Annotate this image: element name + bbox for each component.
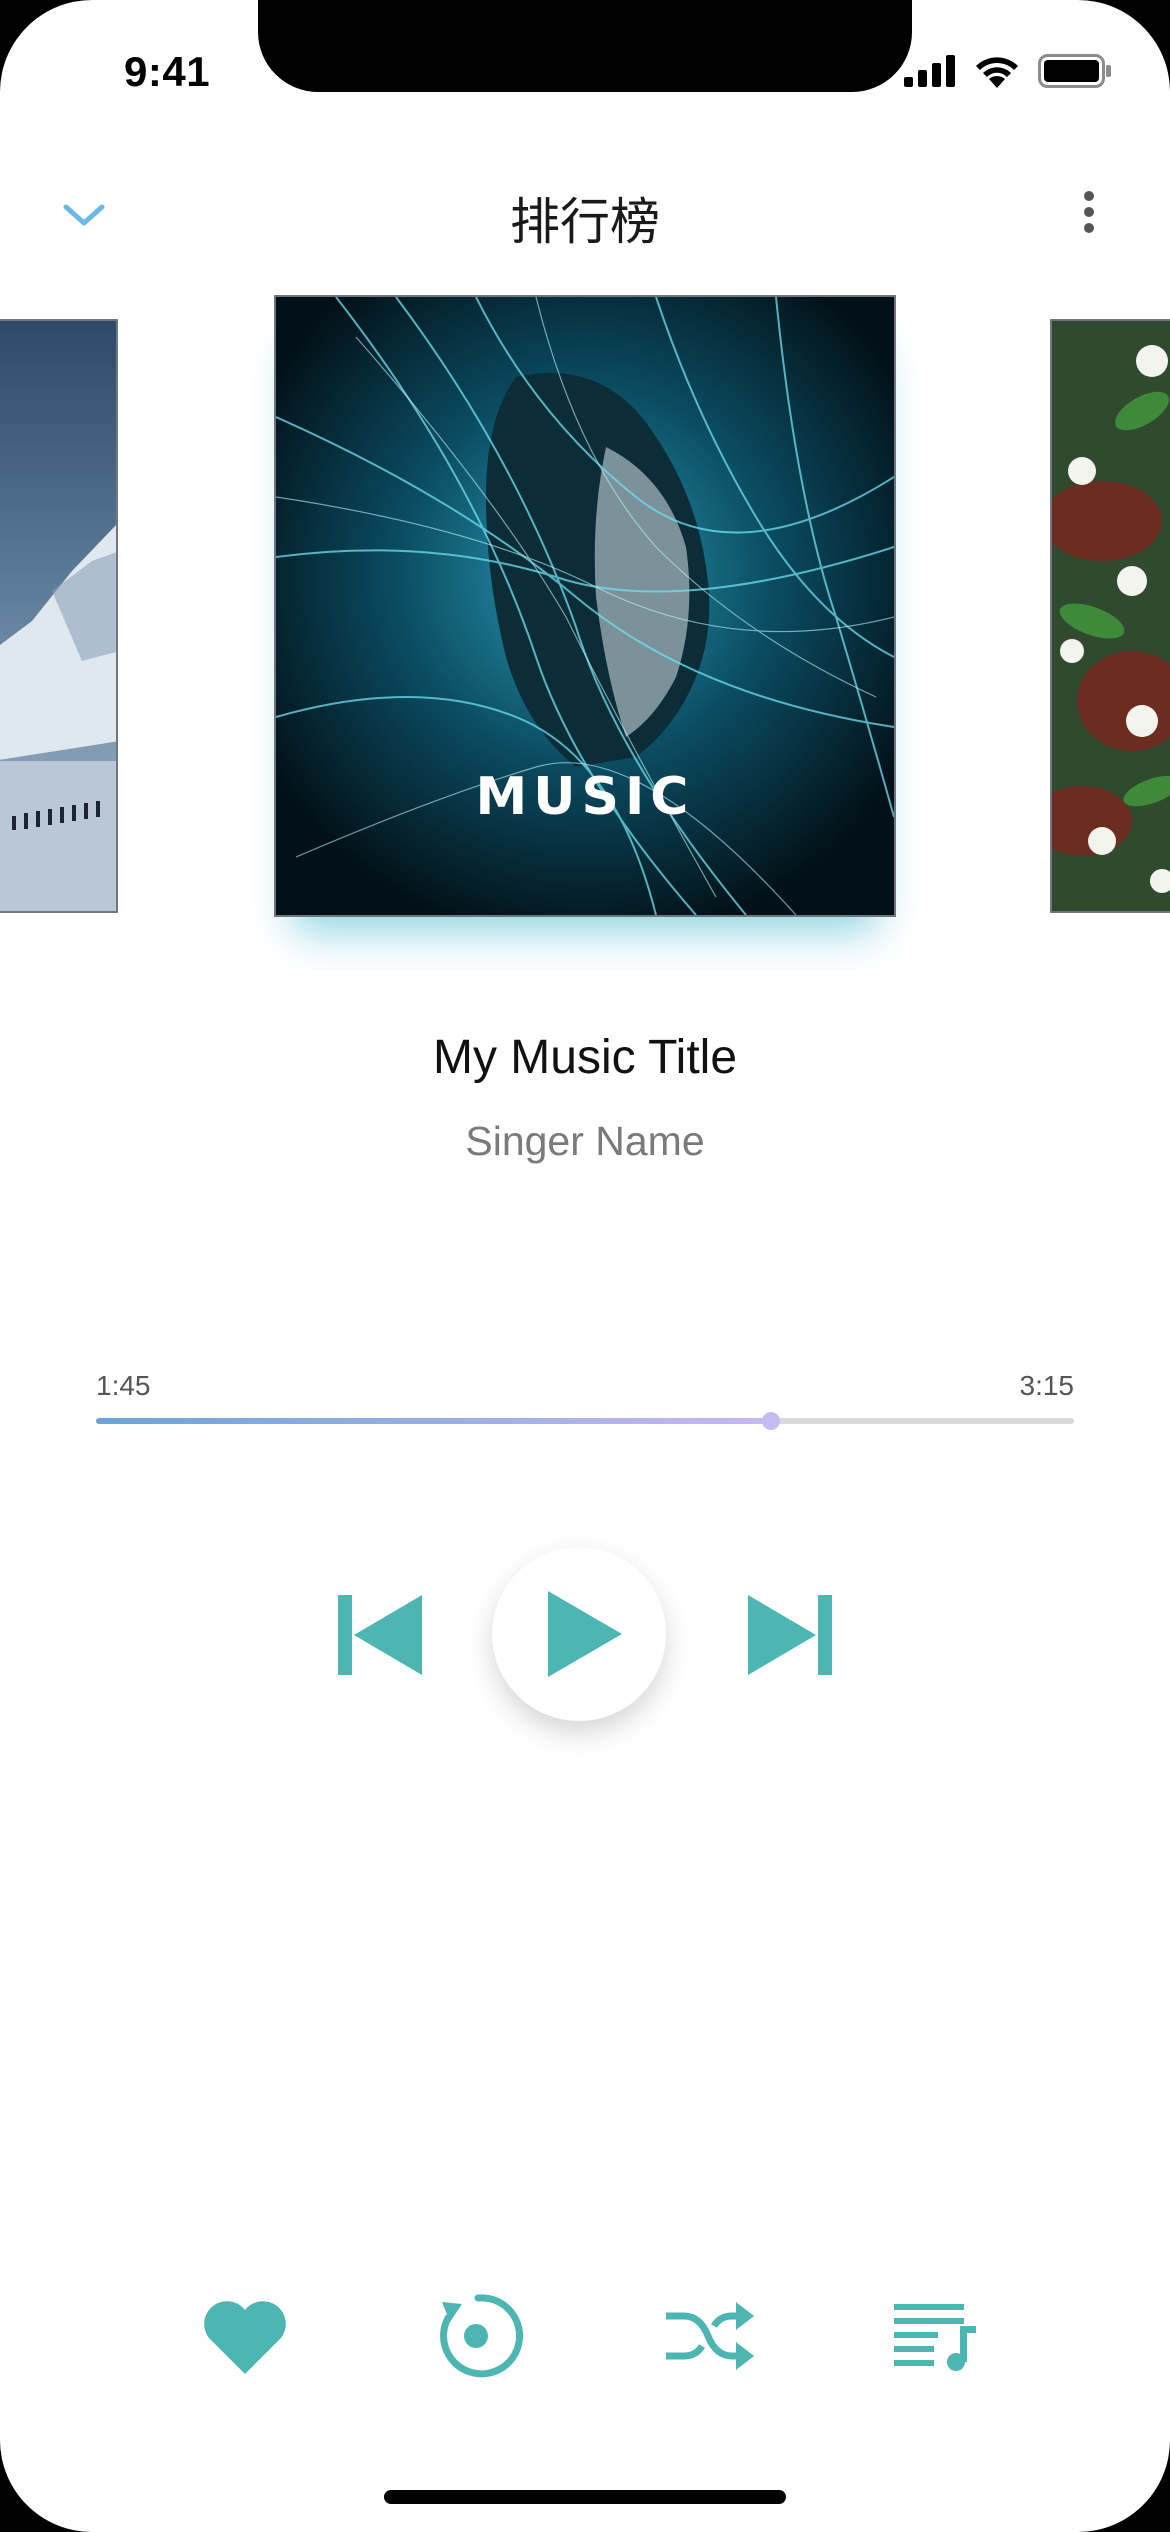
total-time: 3:15 — [1019, 1370, 1075, 1401]
play-button[interactable] — [492, 1547, 666, 1721]
progress-thumb[interactable] — [761, 1412, 780, 1430]
status-time: 9:41 — [124, 48, 211, 95]
playlist-icon[interactable] — [886, 2288, 982, 2384]
notch — [258, 0, 912, 92]
skip-next-icon[interactable] — [744, 1593, 834, 1677]
current-time: 1:45 — [96, 1370, 151, 1401]
progress-slider[interactable] — [96, 1412, 1074, 1430]
shuffle-icon[interactable] — [660, 2288, 756, 2384]
album-cover-current[interactable]: MUSIC — [274, 295, 896, 917]
album-cover-text: MUSIC — [475, 767, 695, 827]
progress-fill — [96, 1418, 771, 1424]
home-indicator[interactable] — [384, 2490, 786, 2504]
bottom-toolbar — [0, 2288, 1170, 2388]
battery-icon — [1038, 54, 1111, 88]
cellular-signal-icon — [904, 55, 955, 87]
singer-name: Singer Name — [465, 1118, 705, 1164]
play-icon — [548, 1591, 622, 1677]
song-title: My Music Title — [432, 1031, 738, 1084]
phone-screen: 9:41 排行榜 MUSIC My Music Title Singer Nam… — [0, 0, 1170, 2532]
status-icons — [904, 54, 1112, 88]
skip-previous-icon[interactable] — [336, 1593, 426, 1677]
header: 排行榜 — [0, 170, 1170, 260]
album-cover-previous[interactable] — [0, 319, 118, 913]
more-vertical-icon[interactable] — [1082, 190, 1096, 234]
repeat-icon[interactable] — [428, 2288, 524, 2384]
album-cover-next[interactable] — [1050, 319, 1170, 913]
wifi-icon — [976, 57, 1018, 88]
heart-icon[interactable] — [197, 2288, 293, 2384]
page-title: 排行榜 — [510, 193, 660, 251]
playback-controls — [0, 1545, 1170, 1725]
album-carousel[interactable]: MUSIC — [0, 295, 1170, 995]
